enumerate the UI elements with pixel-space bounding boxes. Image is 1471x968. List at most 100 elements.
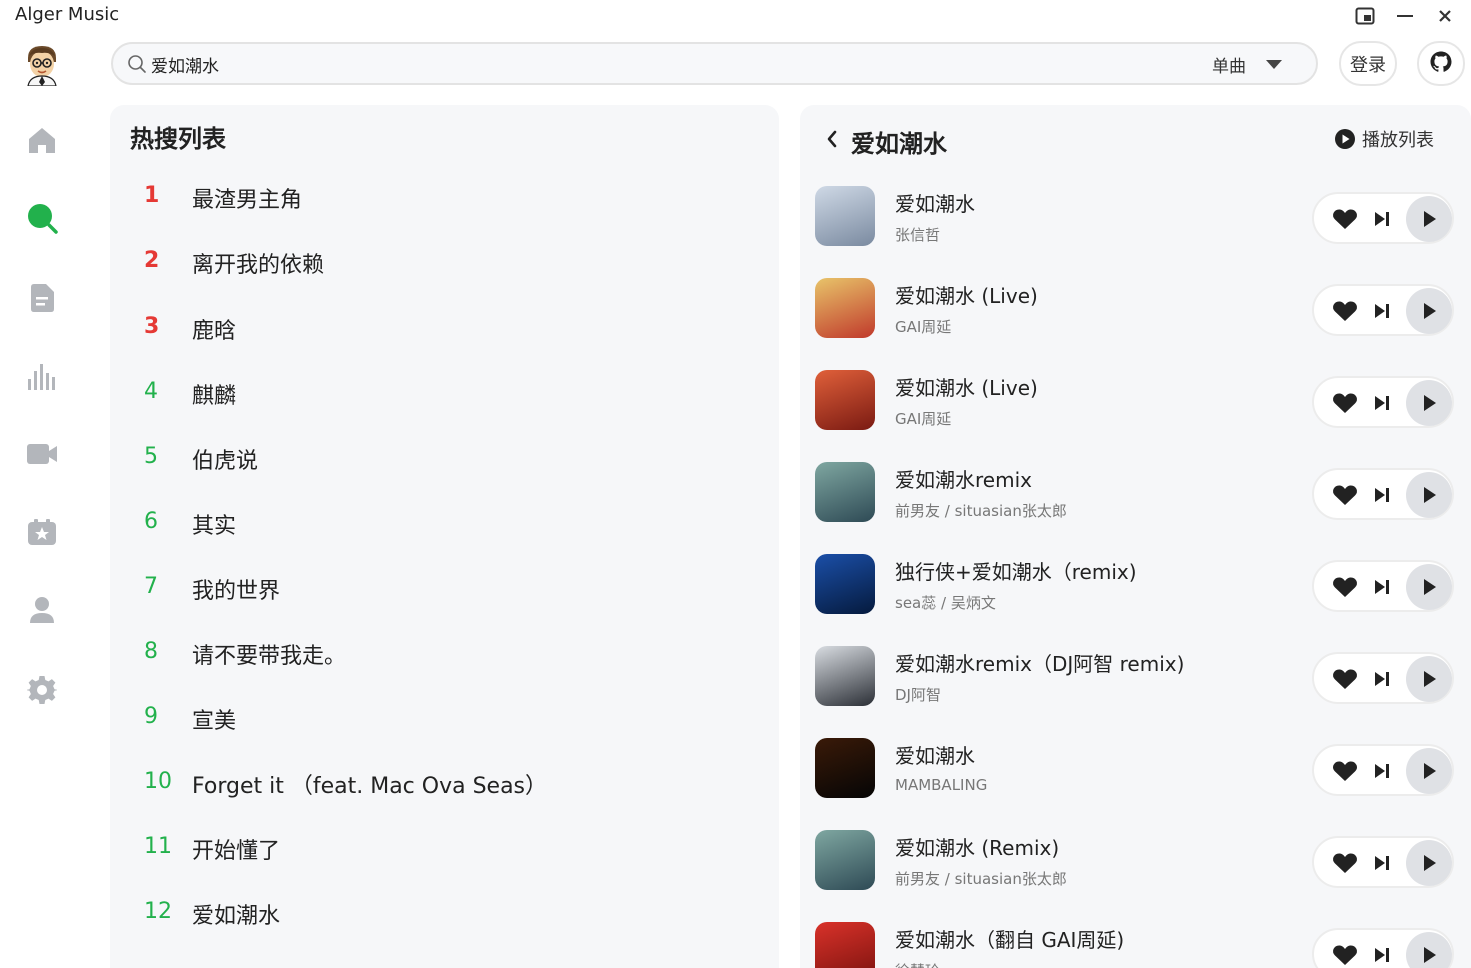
hot-word: 开始懂了 (192, 839, 281, 864)
song-artist[interactable]: 前男友 / situasian张太郎 (895, 500, 1067, 521)
hot-search-item[interactable]: 7 我的世界 (110, 568, 770, 608)
hot-search-item[interactable]: 12 爱如潮水 (110, 893, 770, 933)
song-row[interactable]: 爱如潮水 (Remix) 前男友 / situasian张太郎 (800, 830, 1471, 910)
song-row[interactable]: 独行侠+爱如潮水（remix) sea蕊 / 吴炳文 (800, 554, 1471, 634)
album-cover[interactable] (815, 830, 875, 890)
song-row[interactable]: 爱如潮水 (Live) GAI周延 (800, 278, 1471, 358)
user-icon[interactable] (24, 592, 60, 628)
heart-icon[interactable] (1332, 668, 1358, 690)
hot-word: 我的世界 (192, 579, 281, 604)
picture-in-picture-icon[interactable] (1353, 5, 1377, 27)
close-icon[interactable] (1433, 5, 1457, 27)
hot-search-item[interactable]: 2 离开我的依赖 (110, 242, 770, 282)
minimize-icon[interactable] (1393, 5, 1417, 27)
hot-search-item[interactable]: 8 请不要带我走。 (110, 633, 770, 673)
playlist-button[interactable]: 播放列表 (1334, 127, 1434, 151)
song-title: 爱如潮水remix (895, 468, 1032, 492)
album-cover[interactable] (815, 278, 875, 338)
heart-icon[interactable] (1332, 392, 1358, 414)
hot-rank: 6 (144, 509, 158, 534)
search-result-panel: 爱如潮水 播放列表 爱如潮水 张信哲 爱如潮水 (Live) GAI周延 爱如潮水 (L… (800, 105, 1471, 968)
heart-icon[interactable] (1332, 852, 1358, 874)
play-button[interactable] (1406, 196, 1452, 242)
album-cover[interactable] (815, 738, 875, 798)
gear-icon[interactable] (24, 672, 60, 708)
play-next-icon[interactable] (1372, 760, 1392, 782)
album-cover[interactable] (815, 922, 875, 968)
hot-rank: 1 (144, 183, 160, 208)
github-button[interactable] (1417, 41, 1465, 86)
search-input[interactable] (151, 50, 1051, 78)
hot-search-item[interactable]: 1 最渣男主角 (110, 177, 770, 217)
song-row[interactable]: 爱如潮水 MAMBALING (800, 738, 1471, 818)
hot-search-item[interactable]: 5 伯虎说 (110, 438, 770, 478)
hot-search-item[interactable]: 3 鹿晗 (110, 308, 770, 348)
album-cover[interactable] (815, 186, 875, 246)
play-button[interactable] (1406, 564, 1452, 610)
login-button[interactable]: 登录 (1339, 41, 1397, 86)
song-row[interactable]: 爱如潮水remix 前男友 / situasian张太郎 (800, 462, 1471, 542)
play-button[interactable] (1406, 472, 1452, 518)
play-button[interactable] (1406, 748, 1452, 794)
star-box-icon[interactable] (24, 514, 60, 550)
play-next-icon[interactable] (1372, 852, 1392, 874)
album-cover[interactable] (815, 554, 875, 614)
hot-word: Forget it （feat. Mac Ova Seas） (192, 774, 548, 799)
album-cover[interactable] (815, 462, 875, 522)
play-next-icon[interactable] (1372, 944, 1392, 966)
song-row[interactable]: 爱如潮水remix（DJ阿智 remix) DJ阿智 (800, 646, 1471, 726)
song-artist[interactable]: 徐慧玲 (895, 960, 940, 968)
play-button[interactable] (1406, 656, 1452, 702)
document-icon[interactable] (24, 280, 60, 316)
heart-icon[interactable] (1332, 300, 1358, 322)
song-row[interactable]: 爱如潮水（翻自 GAI周延) 徐慧玲 (800, 922, 1471, 968)
play-next-icon[interactable] (1372, 576, 1392, 598)
heart-icon[interactable] (1332, 208, 1358, 230)
song-actions (1312, 468, 1454, 520)
song-row[interactable]: 爱如潮水 (Live) GAI周延 (800, 370, 1471, 450)
hot-word: 请不要带我走。 (192, 644, 347, 669)
song-artist[interactable]: GAI周延 (895, 316, 951, 337)
play-button[interactable] (1406, 840, 1452, 886)
heart-icon[interactable] (1332, 760, 1358, 782)
avatar[interactable] (22, 42, 62, 87)
song-artist[interactable]: GAI周延 (895, 408, 951, 429)
hot-search-item[interactable]: 6 其实 (110, 503, 770, 543)
song-artist[interactable]: 前男友 / situasian张太郎 (895, 868, 1067, 889)
play-next-icon[interactable] (1372, 484, 1392, 506)
search-icon[interactable] (24, 200, 60, 236)
song-title: 爱如潮水 (895, 744, 975, 768)
hot-search-item[interactable]: 11 开始懂了 (110, 828, 770, 868)
album-cover[interactable] (815, 646, 875, 706)
song-actions (1312, 836, 1454, 888)
play-button[interactable] (1406, 380, 1452, 426)
song-artist[interactable]: sea蕊 / 吴炳文 (895, 592, 996, 613)
hot-search-item[interactable]: 4 麒麟 (110, 373, 770, 413)
song-artist[interactable]: 张信哲 (895, 224, 940, 245)
album-cover[interactable] (815, 370, 875, 430)
playlist-label: 播放列表 (1362, 130, 1434, 151)
heart-icon[interactable] (1332, 576, 1358, 598)
heart-icon[interactable] (1332, 484, 1358, 506)
hot-rank: 12 (144, 899, 172, 924)
app-title: Alger Music (15, 4, 120, 25)
hot-search-item[interactable]: 10 Forget it （feat. Mac Ova Seas） (110, 763, 770, 803)
song-artist[interactable]: DJ阿智 (895, 684, 941, 705)
home-icon[interactable] (24, 122, 60, 158)
song-artist[interactable]: MAMBALING (895, 776, 987, 794)
play-next-icon[interactable] (1372, 668, 1392, 690)
heart-icon[interactable] (1332, 944, 1358, 966)
hot-search-item[interactable]: 9 宣美 (110, 698, 770, 738)
play-next-icon[interactable] (1372, 208, 1392, 230)
play-button[interactable] (1406, 288, 1452, 334)
back-button[interactable] (824, 129, 840, 149)
bar-chart-icon[interactable] (24, 358, 60, 394)
hot-word: 宣美 (192, 709, 237, 734)
search-type-select[interactable]: 单曲 (1212, 52, 1302, 77)
video-icon[interactable] (24, 436, 60, 472)
song-title: 爱如潮水（翻自 GAI周延) (895, 928, 1125, 952)
play-next-icon[interactable] (1372, 392, 1392, 414)
play-button[interactable] (1406, 932, 1452, 968)
play-next-icon[interactable] (1372, 300, 1392, 322)
song-row[interactable]: 爱如潮水 张信哲 (800, 186, 1471, 266)
